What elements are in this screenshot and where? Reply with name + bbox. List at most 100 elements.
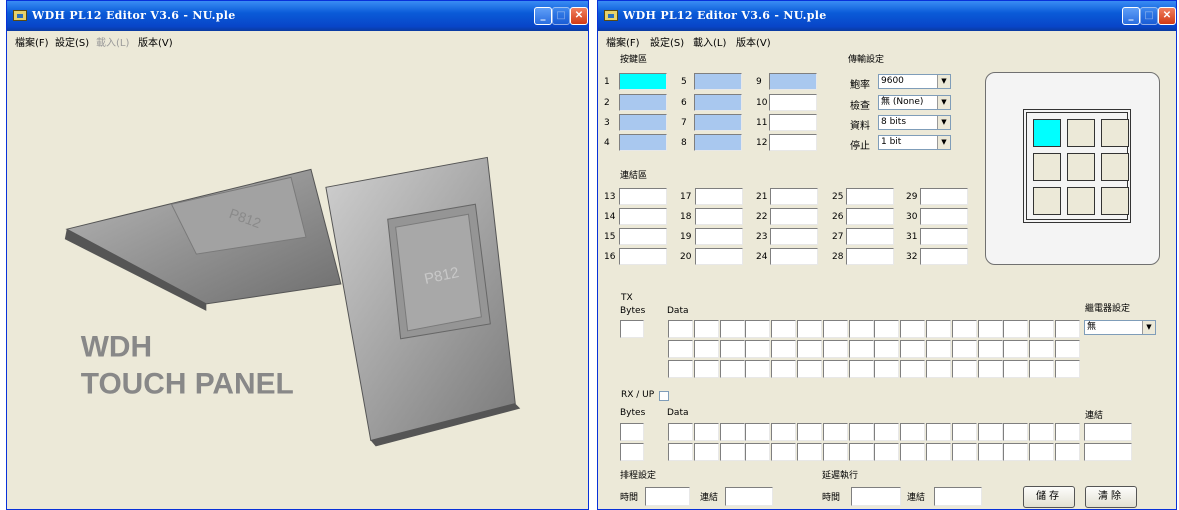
rx-data-cell[interactable]: [977, 443, 1003, 461]
key-field-10[interactable]: [769, 94, 817, 111]
tx-data-cell[interactable]: [822, 340, 848, 358]
rx-data-cell[interactable]: [926, 443, 951, 461]
link-field-18[interactable]: [695, 208, 743, 225]
maximize-icon[interactable]: □: [552, 7, 570, 25]
rx-data-cell[interactable]: [1003, 423, 1029, 441]
chevron-down-icon[interactable]: ▼: [937, 116, 950, 129]
comm-select[interactable]: 8 bits ▼: [878, 115, 951, 130]
tx-data-cell[interactable]: [977, 360, 1003, 378]
tx-data-cell[interactable]: [745, 320, 771, 338]
rx-data-cell[interactable]: [745, 443, 771, 461]
link-field-15[interactable]: [619, 228, 667, 245]
tx-data-cell[interactable]: [977, 320, 1003, 338]
preview-key-8[interactable]: [1067, 187, 1095, 215]
rx-data-cell[interactable]: [771, 423, 797, 441]
menu-settings[interactable]: 設定(S): [650, 34, 684, 49]
tx-data-cell[interactable]: [797, 320, 822, 338]
rx-data-cell[interactable]: [1055, 443, 1080, 461]
tx-bytes-field[interactable]: [620, 320, 644, 338]
title-bar[interactable]: WDH PL12 Editor V3.6 - NU.ple _ □ ✕: [7, 1, 588, 31]
minimize-icon[interactable]: _: [534, 7, 552, 25]
rx-data-cell[interactable]: [951, 423, 977, 441]
rx-bytes-field[interactable]: [620, 423, 644, 441]
schedule-link-field[interactable]: [725, 487, 773, 506]
tx-data-cell[interactable]: [797, 340, 822, 358]
link-field-30[interactable]: [920, 208, 968, 225]
preview-key-7[interactable]: [1033, 187, 1061, 215]
link-field-29[interactable]: [920, 188, 968, 205]
tx-data-cell[interactable]: [1003, 340, 1029, 358]
rx-data-cell[interactable]: [900, 423, 926, 441]
tx-data-cell[interactable]: [951, 320, 977, 338]
rx-data-cell[interactable]: [977, 423, 1003, 441]
minimize-icon[interactable]: _: [1122, 7, 1140, 25]
rx-bytes-field[interactable]: [620, 443, 644, 461]
link-field-32[interactable]: [920, 248, 968, 265]
delay-time-field[interactable]: [851, 487, 901, 506]
tx-data-cell[interactable]: [771, 360, 797, 378]
key-field-7[interactable]: [694, 114, 742, 131]
menu-settings[interactable]: 設定(S): [55, 34, 89, 49]
chevron-down-icon[interactable]: ▼: [1142, 321, 1155, 334]
maximize-icon[interactable]: □: [1140, 7, 1158, 25]
app-icon[interactable]: [604, 10, 618, 21]
rx-data-cell[interactable]: [693, 443, 719, 461]
tx-data-cell[interactable]: [771, 320, 797, 338]
tx-data-cell[interactable]: [719, 340, 745, 358]
key-field-3[interactable]: [619, 114, 667, 131]
link-field-24[interactable]: [770, 248, 818, 265]
tx-data-cell[interactable]: [874, 360, 900, 378]
schedule-time-field[interactable]: [645, 487, 690, 506]
tx-data-cell[interactable]: [1003, 320, 1029, 338]
tx-data-cell[interactable]: [1055, 340, 1080, 358]
link-field-28[interactable]: [846, 248, 894, 265]
tx-data-cell[interactable]: [719, 360, 745, 378]
close-icon[interactable]: ✕: [1158, 7, 1176, 25]
tx-data-cell[interactable]: [668, 340, 693, 358]
link-field-27[interactable]: [846, 228, 894, 245]
rx-data-cell[interactable]: [1029, 423, 1055, 441]
delay-link-field[interactable]: [934, 487, 982, 506]
rx-data-cell[interactable]: [771, 443, 797, 461]
key-field-8[interactable]: [694, 134, 742, 151]
rx-data-cell[interactable]: [1055, 423, 1080, 441]
chevron-down-icon[interactable]: ▼: [937, 75, 950, 88]
rx-data-cell[interactable]: [874, 423, 900, 441]
rx-data-cell[interactable]: [719, 423, 745, 441]
comm-select[interactable]: 無 (None) ▼: [878, 95, 951, 110]
tx-data-cell[interactable]: [822, 360, 848, 378]
chevron-down-icon[interactable]: ▼: [937, 136, 950, 149]
rx-link-field[interactable]: [1084, 443, 1132, 461]
rx-data-cell[interactable]: [848, 443, 874, 461]
rx-data-cell[interactable]: [926, 423, 951, 441]
rx-link-field[interactable]: [1084, 423, 1132, 441]
rx-data-cell[interactable]: [1029, 443, 1055, 461]
tx-data-cell[interactable]: [1003, 360, 1029, 378]
menu-file[interactable]: 檔案(F): [606, 34, 640, 49]
rx-data-cell[interactable]: [848, 423, 874, 441]
tx-data-cell[interactable]: [668, 320, 693, 338]
tx-data-cell[interactable]: [668, 360, 693, 378]
rx-data-cell[interactable]: [822, 423, 848, 441]
link-field-26[interactable]: [846, 208, 894, 225]
tx-data-cell[interactable]: [693, 340, 719, 358]
rx-data-cell[interactable]: [668, 423, 693, 441]
preview-key-9[interactable]: [1101, 187, 1129, 215]
preview-key-3[interactable]: [1101, 119, 1129, 147]
tx-data-cell[interactable]: [951, 360, 977, 378]
link-field-19[interactable]: [695, 228, 743, 245]
menu-version[interactable]: 版本(V): [138, 34, 173, 49]
clear-button[interactable]: 清除: [1085, 486, 1137, 508]
rx-data-cell[interactable]: [797, 423, 822, 441]
tx-data-cell[interactable]: [874, 320, 900, 338]
app-icon[interactable]: [13, 10, 27, 21]
preview-key-4[interactable]: [1033, 153, 1061, 181]
link-field-22[interactable]: [770, 208, 818, 225]
tx-data-cell[interactable]: [771, 340, 797, 358]
tx-data-cell[interactable]: [745, 340, 771, 358]
key-field-1[interactable]: [619, 73, 667, 90]
rx-data-cell[interactable]: [822, 443, 848, 461]
tx-data-cell[interactable]: [719, 320, 745, 338]
tx-data-cell[interactable]: [951, 340, 977, 358]
tx-data-cell[interactable]: [926, 340, 951, 358]
